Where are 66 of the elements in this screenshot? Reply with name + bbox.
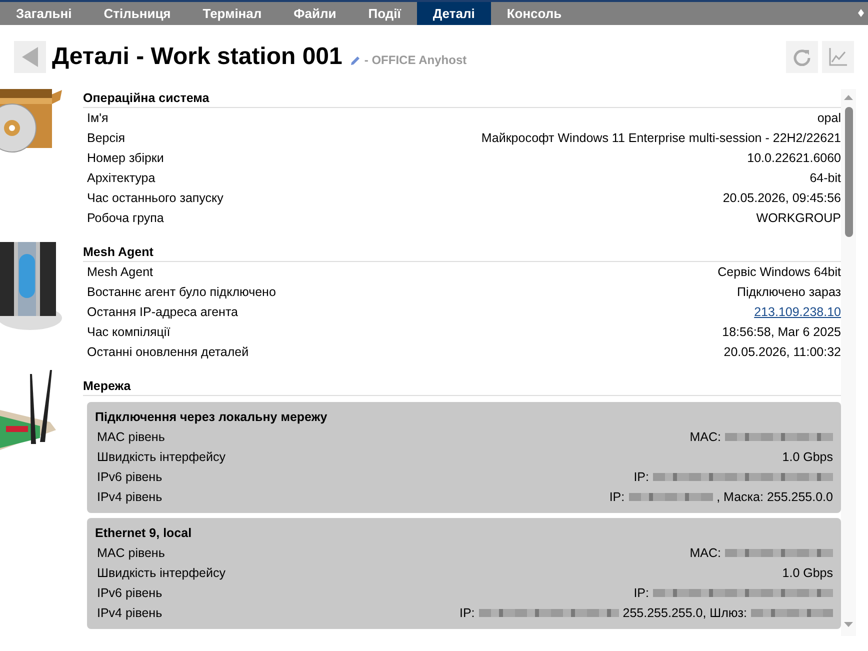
property-value: 10.0.22621.6060 bbox=[747, 150, 841, 167]
tab[interactable]: Термінал bbox=[186, 2, 278, 25]
property-value: IP: bbox=[634, 584, 649, 602]
property-value: 20.05.2026, 11:00:32 bbox=[724, 344, 841, 361]
property-value: 255.255.255.0, Шлюз: bbox=[622, 604, 747, 622]
interface-name: Ethernet 9, local bbox=[95, 525, 193, 542]
ip-address-link[interactable]: 213.109.238.10 bbox=[754, 302, 841, 322]
section-heading: Операційна система bbox=[83, 90, 841, 108]
back-arrow-icon bbox=[21, 46, 39, 68]
property-value: IP: bbox=[459, 604, 475, 622]
tab[interactable]: Загальні bbox=[0, 2, 88, 25]
property-label: Швидкість інтерфейсу bbox=[97, 564, 226, 582]
section-heading: Мережа bbox=[83, 378, 841, 396]
pencil-icon[interactable] bbox=[350, 54, 362, 66]
scrollbar-thumb[interactable] bbox=[845, 107, 853, 237]
line-chart-icon bbox=[828, 47, 848, 67]
property-value: 1.0 Gbps bbox=[782, 448, 833, 466]
property-value: 20.05.2026, 09:45:56 bbox=[722, 190, 841, 207]
property-label: Mesh Agent bbox=[87, 264, 154, 281]
property-label: IPv4 рівень bbox=[97, 488, 162, 506]
property-value: Сервіс Windows 64bit bbox=[718, 264, 841, 281]
tab[interactable]: Файли bbox=[278, 2, 352, 25]
property-label: Востаннє агент було підключено bbox=[87, 284, 276, 301]
tab[interactable]: Деталі bbox=[416, 2, 491, 25]
scroll-up-icon[interactable] bbox=[844, 95, 853, 100]
property-label: Номер збірки bbox=[87, 150, 164, 167]
property-label: Останні оновлення деталей bbox=[87, 344, 249, 361]
property-label: MAC рівень bbox=[97, 544, 165, 562]
device-group-label: - OFFICE Anyhost bbox=[364, 52, 467, 69]
back-button[interactable] bbox=[14, 41, 46, 73]
property-value: opal bbox=[817, 110, 841, 127]
property-value: , Маска: 255.255.0.0 bbox=[716, 488, 833, 506]
tab[interactable]: Консоль bbox=[490, 2, 578, 25]
tab[interactable]: Стільниця bbox=[88, 2, 187, 25]
diamond-icon[interactable] bbox=[858, 9, 864, 17]
property-label: Ім'я bbox=[87, 110, 108, 127]
property-label: Остання IP-адреса агента bbox=[87, 304, 238, 321]
property-value: Майкрософт Windows 11 Enterprise multi-session - 22H2/22621 bbox=[481, 130, 841, 147]
section-heading: Mesh Agent bbox=[83, 244, 841, 262]
property-label: Час компіляції bbox=[87, 324, 170, 341]
property-label: Швидкість інтерфейсу bbox=[97, 448, 226, 466]
property-value: 64-bit bbox=[810, 170, 841, 187]
property-value: IP: bbox=[609, 488, 625, 506]
property-label: MAC рівень bbox=[97, 428, 165, 446]
scrollbar[interactable] bbox=[841, 89, 856, 636]
chart-button[interactable] bbox=[822, 41, 854, 73]
interface-name: Підключення через локальну мережу bbox=[95, 409, 328, 426]
property-value: MAC: bbox=[690, 544, 721, 562]
property-value: MAC: bbox=[690, 428, 721, 446]
property-value: 18:56:58, Mar 6 2025 bbox=[722, 324, 841, 341]
refresh-icon bbox=[793, 48, 811, 66]
scroll-down-icon[interactable] bbox=[844, 622, 853, 627]
property-value: Підключено зараз bbox=[736, 284, 841, 301]
tab[interactable]: Події bbox=[352, 2, 417, 25]
property-label: Версія bbox=[87, 130, 126, 147]
property-label: IPv6 рівень bbox=[97, 468, 162, 486]
property-value: 1.0 Gbps bbox=[782, 564, 833, 582]
property-label: IPv6 рівень bbox=[97, 584, 162, 602]
property-label: Час останнього запуску bbox=[87, 190, 224, 207]
property-label: Архітектура bbox=[87, 170, 156, 187]
property-value: IP: bbox=[634, 468, 649, 486]
refresh-button[interactable] bbox=[786, 41, 818, 73]
property-value: WORKGROUP bbox=[756, 210, 841, 227]
page-title: Деталі - Work station 001 bbox=[52, 42, 342, 72]
property-label: Робоча група bbox=[87, 210, 164, 227]
property-label: IPv4 рівень bbox=[97, 604, 162, 622]
